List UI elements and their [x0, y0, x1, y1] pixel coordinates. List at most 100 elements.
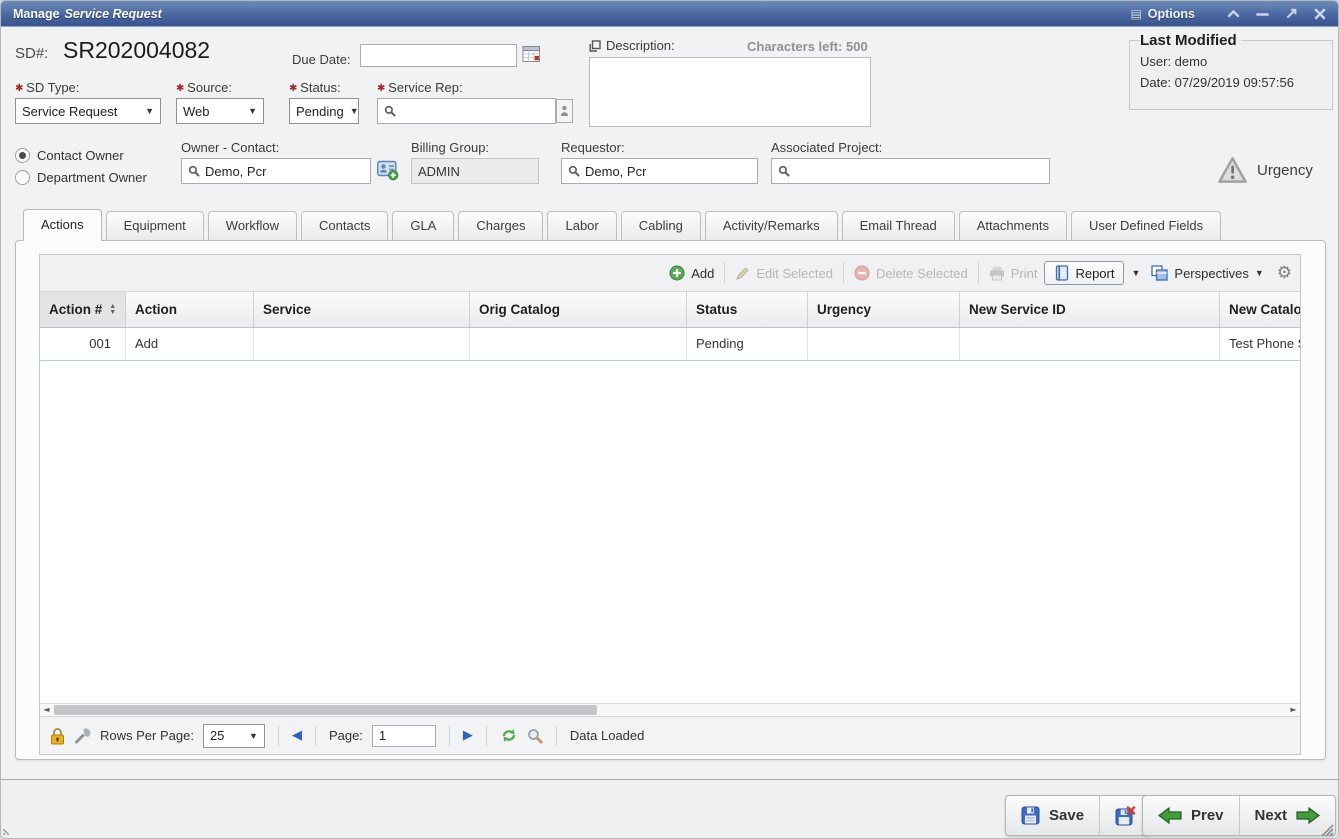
service-rep-input[interactable] — [377, 98, 556, 124]
column-header-status[interactable]: Status — [687, 292, 808, 327]
prev-button[interactable]: Prev — [1143, 796, 1240, 835]
scrollbar-thumb[interactable] — [54, 705, 597, 715]
window-title: ManageService Request — [13, 7, 162, 21]
source-select[interactable]: Web▼ — [176, 98, 264, 124]
requestor-label: Requestor: — [561, 140, 625, 155]
tab-gla[interactable]: GLA — [392, 211, 454, 240]
collapse-icon[interactable] — [1227, 9, 1240, 18]
manage-service-request-window: ManageService Request ▤ Options SD#: SR2… — [0, 0, 1339, 839]
close-icon[interactable] — [1314, 8, 1326, 20]
tab-contacts[interactable]: Contacts — [301, 211, 388, 240]
scroll-left-icon[interactable]: ◄ — [40, 704, 53, 716]
horizontal-scrollbar[interactable]: ◄ ► — [40, 703, 1300, 716]
add-button[interactable]: Add — [669, 265, 714, 281]
chevron-down-icon: ▼ — [344, 106, 359, 116]
requestor-input[interactable]: Demo, Pcr — [561, 158, 758, 184]
column-header-action[interactable]: Action — [126, 292, 254, 327]
due-date-input[interactable] — [360, 44, 517, 67]
actions-tab-panel: Add Edit Selected Delete Selected Print — [15, 240, 1326, 760]
cell-new-service-id — [960, 328, 1220, 360]
rows-per-page-label: Rows Per Page: — [100, 728, 194, 743]
tab-charges[interactable]: Charges — [458, 211, 543, 240]
tab-equipment[interactable]: Equipment — [106, 211, 204, 240]
search-grid-icon[interactable] — [527, 728, 543, 744]
previous-page-icon[interactable]: ◀ — [292, 728, 302, 743]
tab-attachments[interactable]: Attachments — [959, 211, 1067, 240]
wrench-icon[interactable] — [74, 727, 91, 744]
footer-separator — [449, 726, 450, 746]
tab-workflow[interactable]: Workflow — [208, 211, 297, 240]
maximize-icon[interactable] — [1285, 8, 1298, 20]
table-row[interactable]: 001AddPendingTest Phone S — [40, 328, 1300, 361]
sd-number-label: SD#: — [15, 45, 48, 62]
column-header-new-catalog[interactable]: New Catalog — [1220, 292, 1300, 327]
minimize-icon[interactable] — [1256, 9, 1269, 18]
page-number-input[interactable] — [372, 725, 436, 747]
report-icon — [1054, 265, 1069, 281]
scroll-right-icon[interactable]: ► — [1287, 704, 1300, 716]
report-button[interactable]: Report — [1044, 261, 1124, 285]
options-button[interactable]: ▤ Options — [1130, 7, 1195, 21]
options-menu-icon: ▤ — [1130, 7, 1141, 21]
service-rep-picker-button[interactable] — [556, 99, 573, 123]
search-icon — [384, 105, 396, 117]
pencil-icon — [735, 266, 750, 281]
header-form: SD#: SR202004082 Due Date: Description: … — [1, 28, 1339, 206]
sd-type-select[interactable]: Service Request▼ — [15, 98, 161, 124]
owner-contact-input[interactable]: Demo, Pcr — [181, 158, 371, 184]
column-header-action[interactable]: Action #▲▼ — [40, 292, 126, 327]
contact-owner-radio[interactable]: Contact Owner — [15, 148, 124, 163]
status-select[interactable]: Pending▼ — [289, 98, 359, 124]
cell-status: Pending — [687, 328, 808, 360]
associated-project-input[interactable] — [771, 158, 1050, 184]
delete-selected-button[interactable]: Delete Selected — [854, 265, 968, 281]
calendar-icon[interactable] — [522, 44, 541, 63]
column-header-new-service-id[interactable]: New Service ID — [960, 292, 1220, 327]
refresh-icon[interactable] — [500, 727, 518, 744]
perspectives-button[interactable]: Perspectives ▼ — [1151, 265, 1263, 281]
tab-strip: ActionsEquipmentWorkflowContactsGLACharg… — [23, 209, 1221, 240]
description-textarea[interactable] — [589, 57, 871, 127]
last-modified-title: Last Modified — [1140, 32, 1241, 49]
column-header-service[interactable]: Service — [254, 292, 470, 327]
tab-activity-remarks[interactable]: Activity/Remarks — [705, 211, 838, 240]
report-dropdown-caret-icon[interactable]: ▼ — [1131, 268, 1140, 278]
tab-cabling[interactable]: Cabling — [621, 211, 701, 240]
lock-icon[interactable] — [50, 727, 65, 745]
edit-selected-button[interactable]: Edit Selected — [735, 266, 833, 281]
tab-actions[interactable]: Actions — [23, 209, 102, 241]
urgency-indicator[interactable]: Urgency — [1217, 156, 1313, 184]
grid-rows: 001AddPendingTest Phone S — [40, 328, 1300, 361]
print-button[interactable]: Print — [989, 266, 1038, 281]
gear-icon[interactable]: ⚙ — [1277, 265, 1292, 282]
save-button[interactable]: Save — [1006, 796, 1100, 835]
tab-user-defined-fields[interactable]: User Defined Fields — [1071, 211, 1221, 240]
form-footer: Save Prev Next — [1, 779, 1338, 839]
grid-body: 001AddPendingTest Phone S — [40, 328, 1300, 703]
expand-description-icon[interactable] — [589, 40, 601, 52]
search-icon — [778, 165, 790, 177]
grid-empty-area — [40, 361, 1300, 703]
column-header-urgency[interactable]: Urgency — [808, 292, 960, 327]
department-owner-radio[interactable]: Department Owner — [15, 170, 147, 185]
rows-per-page-select[interactable]: 25▼ — [203, 724, 265, 748]
footer-separator — [278, 726, 279, 746]
page-label: Page: — [329, 728, 363, 743]
sort-icon: ▲▼ — [109, 304, 116, 316]
search-icon — [188, 165, 200, 177]
tab-labor[interactable]: Labor — [547, 211, 616, 240]
resize-grip-left[interactable] — [3, 825, 13, 835]
grid-header-row: Action #▲▼ActionServiceOrig CatalogStatu… — [40, 292, 1300, 328]
billing-group-label: Billing Group: — [411, 140, 489, 155]
resize-grip[interactable] — [1318, 821, 1334, 837]
cell-orig-catalog — [470, 328, 687, 360]
billing-group-input — [411, 158, 539, 184]
column-header-orig-catalog[interactable]: Orig Catalog — [470, 292, 687, 327]
cell-action: 001 — [40, 328, 126, 360]
grid-footer: Rows Per Page: 25▼ ◀ Page: ▶ Data Loaded — [40, 716, 1300, 754]
chevron-down-icon: ▼ — [139, 106, 154, 116]
tab-email-thread[interactable]: Email Thread — [842, 211, 955, 240]
next-page-icon[interactable]: ▶ — [463, 728, 473, 743]
add-contact-icon[interactable] — [377, 160, 399, 181]
titlebar: ManageService Request ▤ Options — [1, 1, 1338, 27]
